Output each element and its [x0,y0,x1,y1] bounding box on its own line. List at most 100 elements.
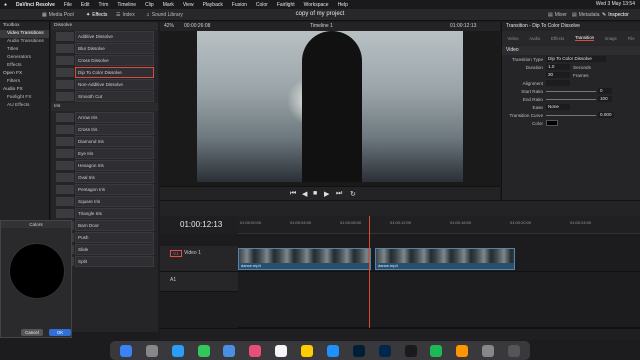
menu-fusion[interactable]: Fusion [232,2,247,8]
tab-image[interactable]: Image [605,36,617,41]
davinci-icon[interactable] [404,344,417,357]
messages-icon[interactable] [197,344,210,357]
tree-fairlight-fx[interactable]: Fairlight FX [0,94,49,102]
ease-select[interactable]: None [546,104,570,110]
video-section-header[interactable]: Video [502,46,640,55]
tab-effects[interactable]: Effects [551,36,564,41]
tab-video[interactable]: Video [507,36,518,41]
play-icon[interactable]: ▶ [324,190,329,198]
menu-edit[interactable]: Edit [81,2,90,8]
video-track-lane[interactable]: dance.mp4 dance.mp4 [238,246,640,272]
menu-workspace[interactable]: Workspace [304,2,329,8]
video-clip[interactable]: dance.mp4 [238,248,371,270]
tree-effects[interactable]: Effects [0,62,49,70]
fx-dip-to-color-dissolve[interactable]: Dip To Color Dissolve [56,67,154,78]
end-ratio-field[interactable]: 100 [598,96,612,102]
menu-clip[interactable]: Clip [145,2,154,8]
fx-barn-door[interactable]: Barn Door [56,220,154,231]
video-viewer[interactable] [160,31,500,186]
dissolve-group-header[interactable]: Dissolve [51,22,158,30]
clock[interactable]: Wed 3 May 13:54 [596,1,635,7]
metadata-button[interactable]: ▤ Metadata [572,11,600,19]
alignment-select[interactable] [546,80,570,86]
inspector-button[interactable]: ✎ Inspector [602,11,629,19]
photoshop-icon[interactable] [352,344,365,357]
go-to-end-icon[interactable]: ⏭ [336,190,342,198]
fx-diamond-iris[interactable]: Diamond Iris [56,136,154,147]
loop-icon[interactable]: ↻ [350,190,356,198]
menu-timeline[interactable]: Timeline [117,2,136,8]
fx-additive-dissolve[interactable]: Additive Dissolve [56,31,154,42]
fx-split[interactable]: Split [56,256,154,267]
color-swatch[interactable] [546,120,558,126]
fx-non-additive-dissolve[interactable]: Non-Additive Dissolve [56,79,154,90]
video-clip[interactable]: dance.mp4 [375,248,515,270]
tree-filters[interactable]: Filters [0,78,49,86]
zoom-level[interactable]: 42% [164,23,174,29]
tab-audio[interactable]: Audio [529,36,540,41]
menu-view[interactable]: View [183,2,194,8]
launchpad-icon[interactable] [145,344,158,357]
calendar-icon[interactable] [275,344,288,357]
cancel-button[interactable]: Cancel [21,329,43,336]
mail-icon[interactable] [223,344,236,357]
fx-cross-iris[interactable]: Cross Iris [56,124,154,135]
playhead[interactable] [369,216,370,328]
tree-au-effects[interactable]: AU Effects [0,102,49,110]
stop-icon[interactable]: ■ [313,190,317,197]
timeline-ruler[interactable]: 01:00:00:00 01:00:04:00 01:00:08:00 01:0… [238,216,640,234]
fx-cross-dissolve[interactable]: Cross Dissolve [56,55,154,66]
system-settings-icon[interactable] [482,344,495,357]
toolbox-header[interactable]: Toolbox [0,22,49,30]
tab-file[interactable]: File [628,36,635,41]
go-to-start-icon[interactable]: ⏮ [290,190,296,198]
color-wheel[interactable] [9,243,65,299]
menu-color[interactable]: Color [256,2,268,8]
tab-transition[interactable]: Transition [574,35,595,41]
apple-icon[interactable]: ● [4,2,7,8]
lightroom-icon[interactable] [378,344,391,357]
fx-slide[interactable]: Slide [56,244,154,255]
start-ratio-slider[interactable] [546,90,596,92]
audio-fx-header[interactable]: Audio FX [0,86,49,94]
duration-seconds-field[interactable]: 1.0 [546,64,570,70]
fx-hexagon-iris[interactable]: Hexagon Iris [56,160,154,171]
menu-trim[interactable]: Trim [99,2,109,8]
app-store-icon[interactable] [326,344,339,357]
tree-audio-transitions[interactable]: Audio Transitions [0,38,49,46]
fx-push[interactable]: Push [56,232,154,243]
fx-square-iris[interactable]: Square Iris [56,196,154,207]
menu-mark[interactable]: Mark [163,2,174,8]
fx-oval-iris[interactable]: Oval Iris [56,172,154,183]
fx-arrow-iris[interactable]: Arrow Iris [56,112,154,123]
tree-generators[interactable]: Generators [0,54,49,62]
a1-badge[interactable]: A1 [170,277,176,283]
spotify-icon[interactable] [430,344,443,357]
audio-track-lane[interactable] [238,272,640,328]
reverse-icon[interactable]: ◀ [302,190,307,198]
safari-icon[interactable] [171,344,184,357]
timeline-selector[interactable]: Timeline 1 [310,23,333,29]
end-ratio-slider[interactable] [546,98,596,100]
start-ratio-field[interactable]: 0 [598,88,612,94]
fx-triangle-iris[interactable]: Triangle Iris [56,208,154,219]
transition-type-select[interactable]: Dip To Color Dissolve [546,56,606,62]
duration-frames-field[interactable]: 30 [546,72,570,78]
menu-file[interactable]: File [64,2,72,8]
fx-eye-iris[interactable]: Eye Iris [56,148,154,159]
tree-video-transitions[interactable]: Video Transitions [0,30,49,38]
curve-field[interactable]: 0.000 [598,112,614,118]
open-fx-header[interactable]: Open FX [0,70,49,78]
photos-icon[interactable] [249,344,262,357]
v1-badge[interactable]: V1 [170,250,182,257]
fx-blur-dissolve[interactable]: Blur Dissolve [56,43,154,54]
menu-help[interactable]: Help [338,2,348,8]
vlc-icon[interactable] [456,344,469,357]
ok-button[interactable]: OK [49,329,71,336]
notes-icon[interactable] [301,344,314,357]
curve-slider[interactable] [546,114,596,116]
tree-titles[interactable]: Titles [0,46,49,54]
fx-smooth-cut[interactable]: Smooth Cut [56,91,154,102]
menu-playback[interactable]: Playback [203,2,223,8]
mixer-button[interactable]: ▤ Mixer [548,11,567,19]
